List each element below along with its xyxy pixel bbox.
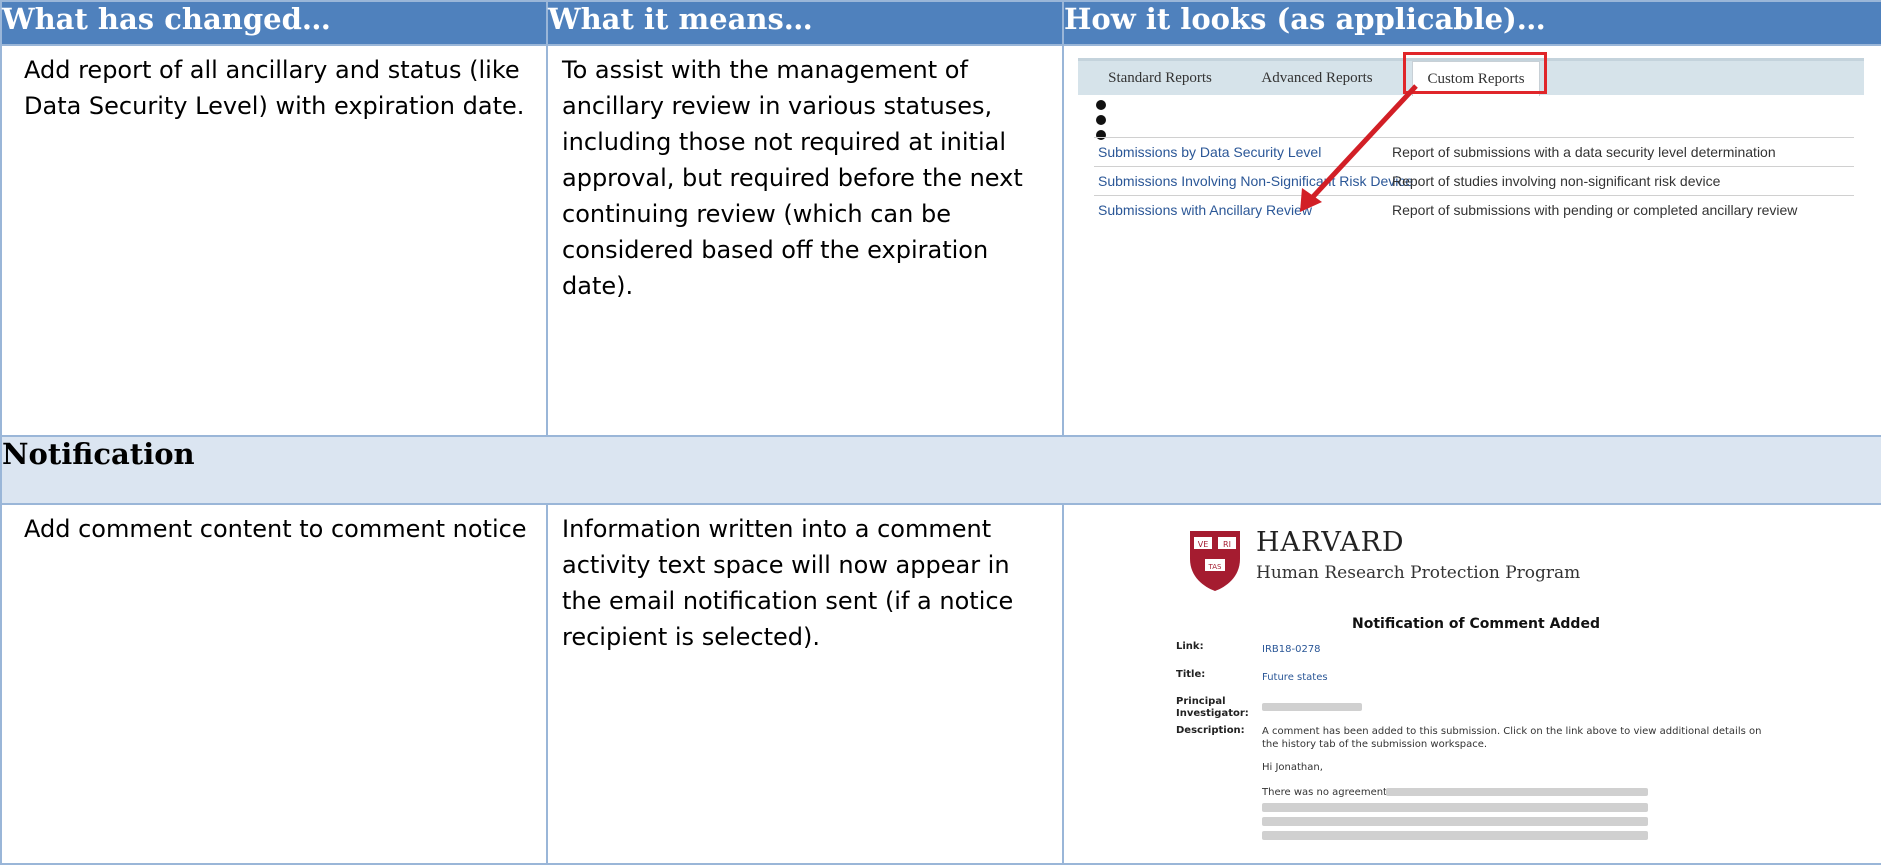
redacted-comment <box>1386 788 1648 796</box>
email-screenshot: VE RI TAS HARVARD Human Research Protect… <box>1176 513 1776 863</box>
section-row: Notification <box>0 435 1881 505</box>
svg-text:VE: VE <box>1198 540 1209 549</box>
changed-text: Add report of all ancillary and status (… <box>24 56 525 120</box>
svg-text:TAS: TAS <box>1208 563 1223 571</box>
svg-text:RI: RI <box>1223 540 1231 549</box>
meaning-text: Information written into a comment activ… <box>562 515 1014 651</box>
redacted-comment <box>1262 803 1648 812</box>
description-text: A comment has been added to this submiss… <box>1262 726 1762 750</box>
header-how-it-looks: How it looks (as applicable)… <box>1062 0 1881 46</box>
header-what-it-means: What it means… <box>546 0 1064 46</box>
title-label: Title: <box>1176 669 1206 680</box>
greeting-text: Hi Jonathan, <box>1262 762 1323 773</box>
table-row: Add report of all ancillary and status (… <box>0 44 1881 437</box>
section-title: Notification <box>0 435 1881 505</box>
description-label: Description: <box>1176 725 1245 736</box>
table-row: Add comment content to comment notice In… <box>0 503 1881 865</box>
harvard-shield-icon: VE RI TAS <box>1190 531 1240 591</box>
link-label: Link: <box>1176 641 1204 652</box>
program-name: Human Research Protection Program <box>1256 563 1581 583</box>
title-value[interactable]: Future states <box>1262 672 1328 683</box>
meaning-text: To assist with the management of ancilla… <box>562 56 1023 300</box>
pi-label: Principal Investigator: <box>1176 696 1249 719</box>
notification-heading: Notification of Comment Added <box>1352 616 1600 632</box>
changed-text: Add comment content to comment notice <box>24 515 527 543</box>
document-page: What has changed… What it means… How it … <box>0 0 1881 865</box>
redacted-name <box>1262 703 1362 711</box>
redacted-comment <box>1262 831 1648 840</box>
link-value[interactable]: IRB18-0278 <box>1262 644 1321 655</box>
changes-table: What has changed… What it means… How it … <box>0 0 1881 865</box>
redacted-comment <box>1262 817 1648 826</box>
red-arrow-icon <box>1300 84 1418 212</box>
reports-screenshot: Standard Reports Advanced Reports Custom… <box>1078 50 1864 255</box>
header-what-changed: What has changed… <box>0 0 548 46</box>
table-header-row: What has changed… What it means… How it … <box>0 0 1881 46</box>
org-name: HARVARD <box>1256 527 1405 558</box>
comment-start: There was no agreement <box>1262 787 1387 798</box>
